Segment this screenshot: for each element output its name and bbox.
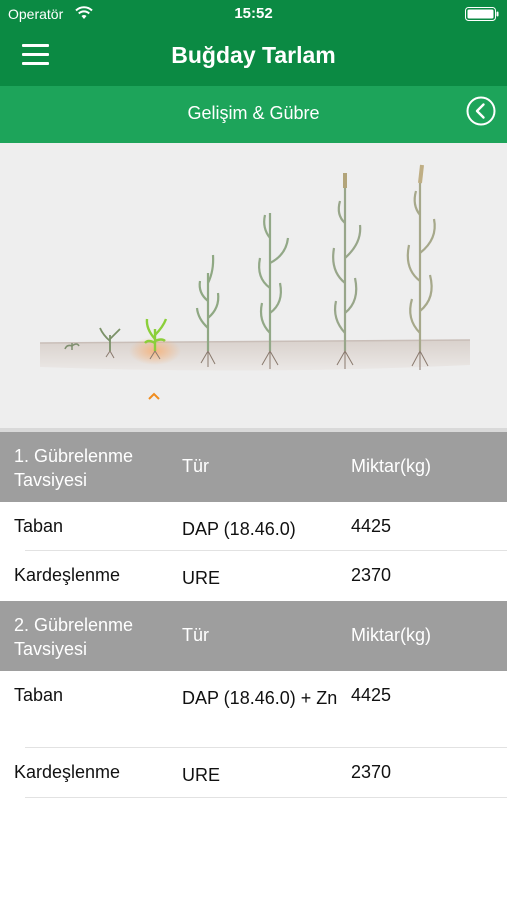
table-row: Kardeşlenme URE 2370 <box>0 551 507 601</box>
section-title: Gelişim & Gübre <box>187 103 320 123</box>
type-cell: DAP (18.46.0) + Zn <box>182 688 338 708</box>
table-row: Taban DAP (18.46.0) + Zn 4425 <box>0 671 507 748</box>
type-cell: URE <box>182 568 221 588</box>
amount-cell: 4425 <box>351 516 392 536</box>
amount-cell: 2370 <box>351 565 392 585</box>
stage-cell: Taban <box>14 516 64 536</box>
app-header: Buğday Tarlam <box>0 28 507 86</box>
growth-stages-illustration <box>0 143 507 428</box>
header-amount: Miktar(kg) <box>351 625 431 645</box>
stage-cell: Taban <box>14 685 64 705</box>
header-amount: Miktar(kg) <box>351 456 431 476</box>
table-header-1: 1. Gübrelenme Tavsiyesi Tür Miktar(kg) <box>0 432 507 502</box>
fertilizer-tables: 1. Gübrelenme Tavsiyesi Tür Miktar(kg) T… <box>0 432 507 798</box>
table-header-2: 2. Gübrelenme Tavsiyesi Tür Miktar(kg) <box>0 601 507 671</box>
type-cell: DAP (18.46.0) <box>182 519 296 539</box>
table-row: Kardeşlenme URE 2370 <box>0 748 507 798</box>
clock: 15:52 <box>234 5 273 22</box>
stage-heading[interactable] <box>332 173 362 369</box>
amount-cell: 2370 <box>351 762 392 782</box>
growth-stages-graphic <box>39 164 471 400</box>
header-recommendation: 2. Gübrelenme Tavsiyesi <box>14 615 134 659</box>
table-row: Taban DAP (18.46.0) 4425 <box>0 502 507 551</box>
page-title: Buğday Tarlam <box>171 42 336 68</box>
stage-indicator-icon <box>148 392 160 400</box>
back-circle-icon[interactable] <box>466 96 496 126</box>
header-type: Tür <box>182 456 209 476</box>
type-cell: URE <box>182 765 221 785</box>
status-bar: Operatör 15:52 <box>0 0 507 28</box>
header-type: Tür <box>182 625 209 645</box>
stage-ripening[interactable] <box>406 164 436 370</box>
battery-icon <box>465 7 499 21</box>
row-separator <box>25 797 507 798</box>
amount-cell: 4425 <box>351 685 392 705</box>
section-bar: Gelişim & Gübre <box>0 86 507 143</box>
stage-cell: Kardeşlenme <box>14 762 121 782</box>
header-recommendation: 1. Gübrelenme Tavsiyesi <box>14 446 134 490</box>
stage-cell: Kardeşlenme <box>14 565 121 585</box>
